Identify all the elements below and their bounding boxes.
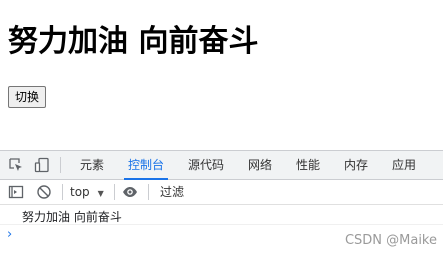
console-divider xyxy=(0,224,443,225)
page-heading: 努力加油 向前奋斗 xyxy=(8,24,259,59)
devtools-panel: 元素 控制台 源代码 网络 性能 内存 应用 top ▼ 过滤 努力加油 向前奋… xyxy=(0,150,443,256)
devtools-tab-bar: 元素 控制台 源代码 网络 性能 内存 应用 xyxy=(0,151,443,180)
context-select-value: top xyxy=(70,185,90,199)
console-toolbar: top ▼ xyxy=(0,180,443,205)
eye-icon[interactable] xyxy=(122,184,138,200)
filter-input[interactable] xyxy=(156,182,443,201)
toolbar-divider xyxy=(114,184,115,200)
context-select[interactable]: top ▼ xyxy=(70,183,104,201)
device-toolbar-icon[interactable] xyxy=(34,157,50,173)
toolbar-divider xyxy=(62,184,63,200)
toggle-button[interactable]: 切换 xyxy=(8,86,47,108)
toolbar-divider xyxy=(60,157,61,173)
tab-sources[interactable]: 源代码 xyxy=(188,151,224,179)
console-prompt[interactable]: › xyxy=(7,227,12,242)
tab-console[interactable]: 控制台 xyxy=(123,151,169,180)
watermark: CSDN @Maike xyxy=(344,233,437,248)
tab-performance[interactable]: 性能 xyxy=(296,151,320,179)
console-log-message: 努力加油 向前奋斗 xyxy=(22,210,122,224)
toolbar-divider xyxy=(148,184,149,200)
tab-application[interactable]: 应用 xyxy=(392,151,416,179)
dropdown-arrow-icon: ▼ xyxy=(97,189,104,198)
page: 努力加油 向前奋斗 切换 元素 控制台 源代码 网络 性能 内存 应用 top … xyxy=(0,0,443,256)
tab-elements[interactable]: 元素 xyxy=(80,151,104,179)
tab-network[interactable]: 网络 xyxy=(248,151,272,179)
clear-console-icon[interactable] xyxy=(36,184,52,200)
tab-memory[interactable]: 内存 xyxy=(344,151,368,179)
sidebar-toggle-icon[interactable] xyxy=(8,184,24,200)
inspect-element-icon[interactable] xyxy=(8,157,24,173)
